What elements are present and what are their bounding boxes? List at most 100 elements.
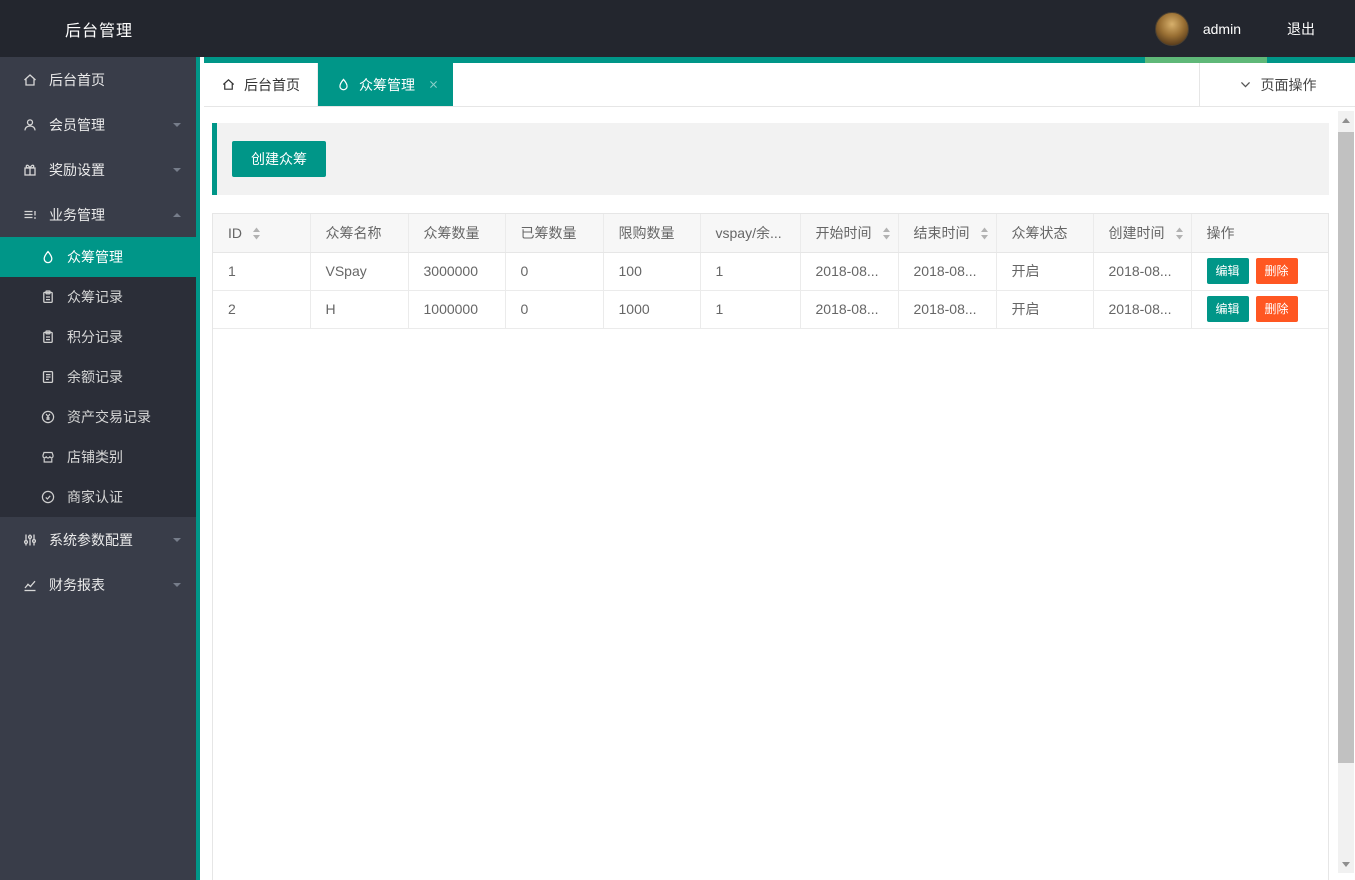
chevron-down-icon xyxy=(172,165,182,175)
sidebar-item-label: 奖励设置 xyxy=(49,161,105,178)
tab-crowdfunding-management[interactable]: 众筹管理 xyxy=(318,63,453,106)
water-drop-icon xyxy=(336,77,351,92)
top-header: 后台管理 admin 退出 xyxy=(0,0,1355,57)
delete-button[interactable]: 删除 xyxy=(1255,296,1298,322)
cell-start-time: 2018-08... xyxy=(799,252,898,291)
sidebar-item-members[interactable]: 会员管理 xyxy=(0,102,196,147)
edit-button[interactable]: 编辑 xyxy=(1206,258,1249,284)
chevron-down-icon xyxy=(172,120,182,130)
sidebar-item-label: 后台首页 xyxy=(49,71,105,88)
sidebar-item-label: 业务管理 xyxy=(49,206,105,223)
create-crowdfunding-button[interactable]: 创建众筹 xyxy=(232,141,326,177)
col-header-actions: 操作 xyxy=(1190,214,1328,253)
sidebar-subitem-asset-transaction-records[interactable]: 资产交易记录 xyxy=(0,397,196,437)
sort-icon[interactable] xyxy=(252,227,261,240)
tab-home[interactable]: 后台首页 xyxy=(204,63,318,106)
col-header-raised: 已筹数量 xyxy=(504,214,603,253)
toolbar-panel: 创建众筹 xyxy=(212,123,1329,195)
user-icon xyxy=(22,117,40,133)
sidebar-subitem-label: 余额记录 xyxy=(67,369,123,385)
sidebar-subitem-balance-records[interactable]: 余额记录 xyxy=(0,357,196,397)
cell-status: 开启 xyxy=(995,252,1093,291)
coin-yen-icon xyxy=(40,409,58,425)
table-row: 1 VSpay 3000000 0 100 1 2018-08... 2018-… xyxy=(213,252,1328,291)
cell-created-time: 2018-08... xyxy=(1092,290,1191,329)
chevron-down-icon xyxy=(172,580,182,590)
page-body: 创建众筹 ID 众筹名称 众筹数量 已筹数量 限购数量 vspay/余... 开… xyxy=(204,107,1355,880)
col-header-status: 众筹状态 xyxy=(995,214,1093,253)
user-avatar[interactable] xyxy=(1154,11,1189,46)
sidebar-item-system-params[interactable]: 系统参数配置 xyxy=(0,517,196,562)
sliders-icon xyxy=(22,532,40,548)
cell-total: 3000000 xyxy=(407,252,505,291)
scrollbar-up-arrow-icon[interactable] xyxy=(1338,112,1354,128)
cell-status: 开启 xyxy=(995,290,1093,329)
content-area: 后台首页 众筹管理 页面操作 创建众筹 ID 众筹名称 众筹数量 已筹数量 限购… xyxy=(204,57,1355,880)
sidebar-item-rewards[interactable]: 奖励设置 xyxy=(0,147,196,192)
cell-raised: 0 xyxy=(504,290,603,329)
clipboard-icon xyxy=(40,329,58,345)
delete-button[interactable]: 删除 xyxy=(1255,258,1298,284)
sidebar-nav: 后台首页 会员管理 奖励设置 业务管理 众筹管理 众筹记录 积分记录 余额记录 … xyxy=(0,57,200,880)
page-operations-button[interactable]: 页面操作 xyxy=(1199,63,1355,106)
col-header-created-time[interactable]: 创建时间 xyxy=(1092,214,1191,253)
crowdfunding-table-container: ID 众筹名称 众筹数量 已筹数量 限购数量 vspay/余... 开始时间 结… xyxy=(212,213,1329,880)
cell-end-time: 2018-08... xyxy=(897,290,996,329)
cell-created-time: 2018-08... xyxy=(1092,252,1191,291)
col-header-total: 众筹数量 xyxy=(407,214,505,253)
scrollbar-thumb[interactable] xyxy=(1338,132,1354,763)
sort-icon[interactable] xyxy=(980,227,989,240)
sidebar-subitem-crowdfunding-management[interactable]: 众筹管理 xyxy=(0,237,196,277)
tab-label: 后台首页 xyxy=(244,76,300,93)
sidebar-item-business[interactable]: 业务管理 xyxy=(0,192,196,237)
sidebar-subitem-label: 店铺类别 xyxy=(67,449,123,465)
sidebar-item-home[interactable]: 后台首页 xyxy=(0,57,196,102)
cell-limit: 100 xyxy=(602,252,700,291)
col-header-vspay-rate: vspay/余... xyxy=(699,214,800,253)
sidebar-item-label: 财务报表 xyxy=(49,576,105,593)
close-icon[interactable] xyxy=(428,79,439,90)
username[interactable]: admin xyxy=(1203,21,1241,37)
edit-button[interactable]: 编辑 xyxy=(1206,296,1249,322)
list-icon xyxy=(22,207,40,223)
sidebar-subitem-label: 众筹记录 xyxy=(67,289,123,305)
table-row: 2 H 1000000 0 1000 1 2018-08... 2018-08.… xyxy=(213,290,1328,329)
document-icon xyxy=(40,369,58,385)
accent-strip xyxy=(204,57,1355,63)
badge-icon xyxy=(40,489,58,505)
home-icon xyxy=(221,77,236,92)
sidebar-item-label: 系统参数配置 xyxy=(49,531,133,548)
tab-label: 众筹管理 xyxy=(359,76,415,93)
sidebar-subitem-crowdfunding-records[interactable]: 众筹记录 xyxy=(0,277,196,317)
cell-id: 1 xyxy=(213,252,310,291)
vertical-scrollbar[interactable] xyxy=(1338,111,1354,873)
crowdfunding-table: ID 众筹名称 众筹数量 已筹数量 限购数量 vspay/余... 开始时间 结… xyxy=(213,214,1328,329)
sidebar-subitem-shop-categories[interactable]: 店铺类别 xyxy=(0,437,196,477)
sidebar-subitem-merchant-certification[interactable]: 商家认证 xyxy=(0,477,196,517)
cell-actions: 编辑 删除 xyxy=(1190,252,1328,291)
header-user-area: admin 退出 xyxy=(1154,11,1315,46)
col-header-end-time[interactable]: 结束时间 xyxy=(897,214,996,253)
col-header-start-time[interactable]: 开始时间 xyxy=(799,214,898,253)
cell-start-time: 2018-08... xyxy=(799,290,898,329)
sidebar-item-financial-reports[interactable]: 财务报表 xyxy=(0,562,196,607)
logout-button[interactable]: 退出 xyxy=(1287,19,1315,39)
chevron-down-icon xyxy=(172,535,182,545)
sort-icon[interactable] xyxy=(1175,227,1184,240)
gift-icon xyxy=(22,162,40,178)
cell-raised: 0 xyxy=(504,252,603,291)
chevron-down-icon xyxy=(1239,78,1252,91)
sort-icon[interactable] xyxy=(882,227,891,240)
col-header-limit: 限购数量 xyxy=(602,214,700,253)
home-icon xyxy=(22,72,40,88)
chart-icon xyxy=(22,577,40,593)
table-header-row: ID 众筹名称 众筹数量 已筹数量 限购数量 vspay/余... 开始时间 结… xyxy=(213,214,1328,253)
app-title: 后台管理 xyxy=(65,22,134,40)
sidebar-subitem-label: 资产交易记录 xyxy=(67,409,151,425)
col-header-id[interactable]: ID xyxy=(213,214,310,253)
sidebar-subitem-points-records[interactable]: 积分记录 xyxy=(0,317,196,357)
panel-accent-bar xyxy=(212,123,217,195)
sidebar-item-label: 会员管理 xyxy=(49,116,105,133)
scrollbar-down-arrow-icon[interactable] xyxy=(1338,856,1354,872)
water-drop-icon xyxy=(40,249,58,265)
